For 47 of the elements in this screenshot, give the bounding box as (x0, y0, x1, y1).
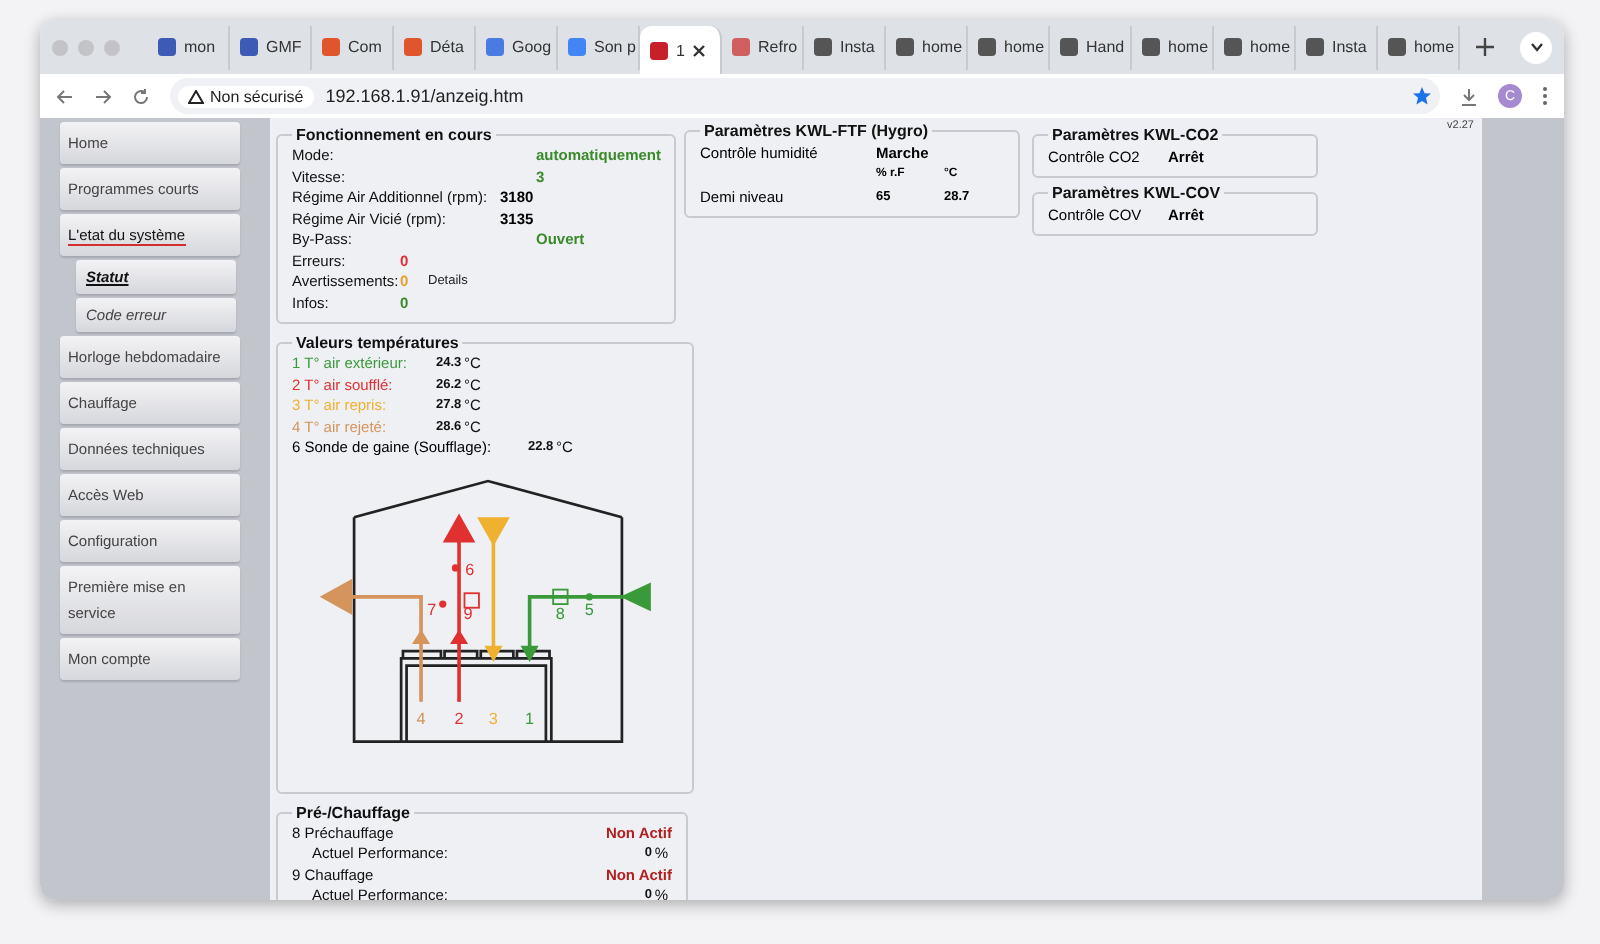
browser-tab[interactable]: Hand (1050, 25, 1132, 69)
browser-tab[interactable]: 1 (640, 26, 722, 74)
sensor-number: 2 (454, 708, 464, 727)
url-text: 192.168.1.91/anzeig.htm (325, 86, 524, 106)
sensor-number: 4 (416, 708, 426, 727)
download-icon[interactable] (1460, 87, 1478, 105)
tab-search-button[interactable] (1520, 31, 1552, 63)
browser-tab[interactable]: Com (312, 25, 394, 69)
browser-tab[interactable]: home (886, 25, 968, 69)
browser-tab[interactable]: Insta (1296, 25, 1378, 69)
forward-icon[interactable] (94, 87, 112, 105)
browser-tab[interactable]: Goog (476, 25, 558, 69)
panel-title: Paramètres KWL-COV (1050, 184, 1223, 202)
reload-icon[interactable] (132, 87, 150, 105)
exhaust-air-arrow-drawing (319, 577, 431, 701)
panel-title: Pré-/Chauffage (294, 803, 412, 821)
panel-title: Paramètres KWL-FTF (Hygro) (702, 122, 931, 140)
browser-tab[interactable]: home (1378, 25, 1460, 69)
browser-tab[interactable]: home (968, 25, 1050, 69)
back-icon[interactable] (56, 87, 74, 105)
bookmark-star-icon[interactable] (1412, 86, 1432, 106)
security-indicator[interactable]: Non sécurisé (178, 85, 314, 107)
sensor-number: 5 (584, 599, 594, 618)
browser-tab[interactable]: home (1132, 25, 1214, 69)
close-icon[interactable] (692, 43, 707, 57)
sensor-number: 6 (465, 560, 475, 579)
browser-tab[interactable]: Refro (722, 25, 804, 69)
browser-tab[interactable]: mon (148, 25, 230, 69)
panel-title: Fonctionnement en cours (294, 126, 494, 144)
new-tab-icon[interactable] (1476, 38, 1494, 56)
sensor-number: 7 (427, 599, 437, 618)
browser-tab[interactable]: home (1214, 25, 1296, 69)
browser-tab[interactable]: Déta (394, 25, 476, 69)
outdoor-air-arrow-drawing (520, 581, 651, 661)
security-label: Non sécurisé (210, 87, 304, 105)
panel-title: Valeurs températures (294, 334, 461, 352)
sensor-number: 3 (488, 708, 498, 727)
chevron-down-icon (1529, 42, 1543, 52)
menu-icon[interactable] (1542, 86, 1548, 106)
panel-title: Paramètres KWL-CO2 (1050, 126, 1221, 144)
sensor-number: 1 (525, 708, 535, 727)
warning-icon (188, 89, 204, 103)
browser-tab[interactable]: GMF (230, 25, 312, 69)
sensor-number: 9 (463, 603, 473, 622)
address-bar[interactable]: Non sécurisé 192.168.1.91/anzeig.htm (170, 78, 1440, 114)
sensor-number: 8 (555, 603, 565, 622)
browser-tab[interactable]: Insta (804, 25, 886, 69)
